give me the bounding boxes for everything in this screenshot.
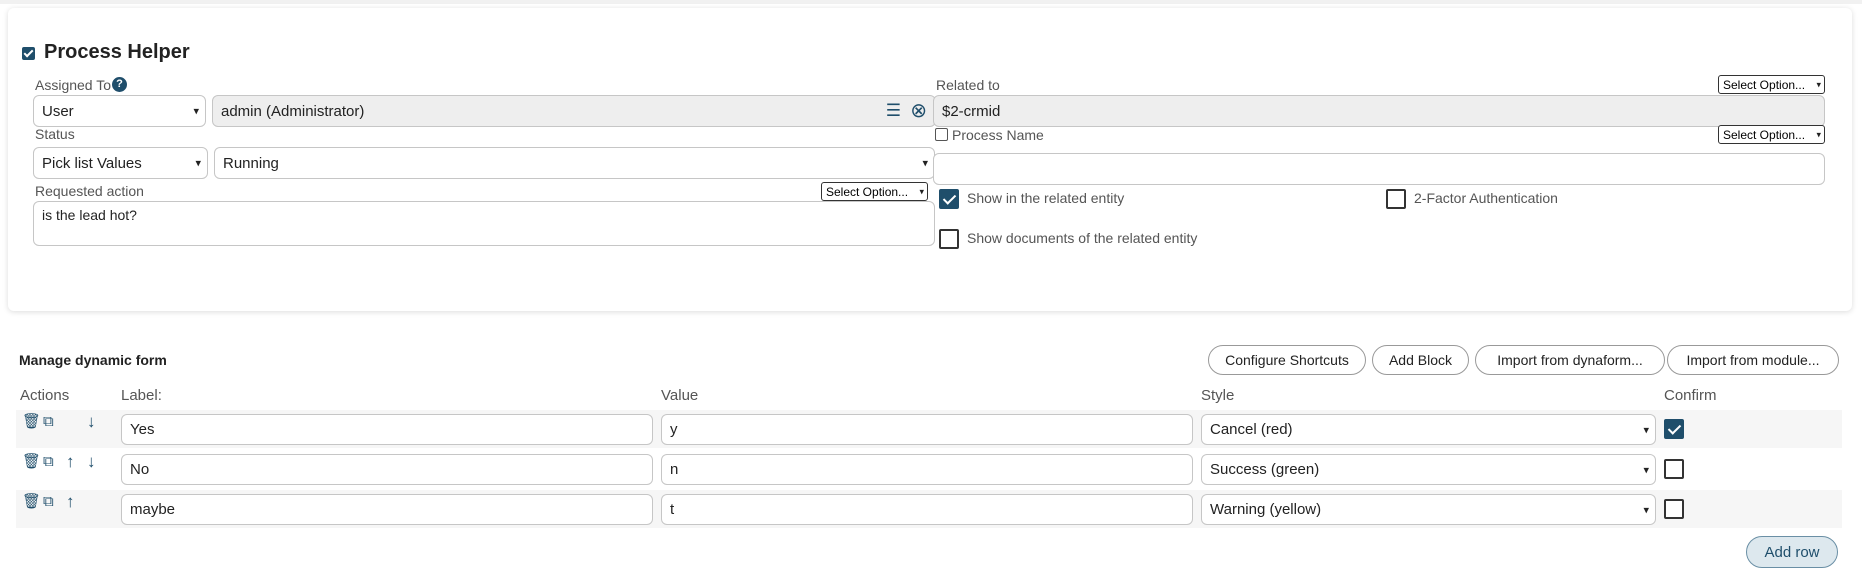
move-up-icon[interactable]: ↑ bbox=[66, 453, 75, 470]
assigned-user-field[interactable]: admin (Administrator) ☰ ⊗ bbox=[212, 95, 936, 127]
col-confirm: Confirm bbox=[1664, 387, 1717, 404]
status-label: Status bbox=[35, 126, 75, 142]
row-style-value: Success (green) bbox=[1210, 461, 1320, 478]
related-to-field[interactable]: $2-crmid bbox=[933, 95, 1825, 127]
move-up-icon[interactable]: ↑ bbox=[66, 493, 75, 510]
col-label: Label: bbox=[121, 387, 162, 404]
row-label-value: Yes bbox=[130, 421, 155, 438]
assigned-user-value: admin (Administrator) bbox=[221, 102, 365, 120]
related-to-label: Related to bbox=[936, 77, 1000, 93]
requested-action-value: is the lead hot? bbox=[42, 207, 137, 223]
process-name-label: Process Name bbox=[952, 127, 1044, 143]
row-value-input[interactable]: n bbox=[661, 454, 1193, 485]
dynamic-form-title: Manage dynamic form bbox=[19, 352, 167, 368]
row-confirm-checkbox[interactable] bbox=[1664, 459, 1684, 479]
related-to-value: $2-crmid bbox=[942, 102, 1001, 120]
assigned-type-value: User bbox=[42, 102, 74, 120]
process-helper-title: Process Helper bbox=[44, 41, 190, 63]
row-value-input[interactable]: t bbox=[661, 494, 1193, 525]
status-value: Running bbox=[223, 154, 279, 172]
list-icon[interactable]: ☰ bbox=[886, 102, 901, 119]
col-actions: Actions bbox=[20, 387, 70, 404]
show-documents-checkbox[interactable] bbox=[939, 229, 959, 249]
process-name-input[interactable] bbox=[933, 153, 1825, 185]
copy-icon[interactable]: ⧉ bbox=[43, 414, 54, 429]
row-confirm-checkbox[interactable] bbox=[1664, 419, 1684, 439]
status-source-value: Pick list Values bbox=[42, 154, 142, 172]
process-helper-checkbox[interactable] bbox=[22, 47, 35, 60]
row-confirm-checkbox[interactable] bbox=[1664, 499, 1684, 519]
import-dynaform-button[interactable]: Import from dynaform... bbox=[1475, 345, 1665, 375]
chevron-down-icon: ▾ bbox=[193, 105, 199, 118]
delete-icon[interactable]: 🗑 bbox=[22, 454, 41, 469]
status-select[interactable]: Running ▾ bbox=[214, 147, 935, 179]
row-label-input[interactable]: Yes bbox=[121, 414, 653, 445]
help-icon[interactable]: ? bbox=[112, 77, 127, 92]
requested-action-select-option-label: Select Option... bbox=[826, 184, 909, 199]
chevron-down-icon: ▾ bbox=[1643, 424, 1649, 436]
chevron-down-icon: ▾ bbox=[1816, 79, 1821, 89]
move-down-icon[interactable]: ↓ bbox=[87, 453, 96, 470]
two-factor-label: 2-Factor Authentication bbox=[1414, 190, 1558, 206]
chevron-down-icon: ▾ bbox=[195, 157, 201, 170]
show-related-checkbox[interactable] bbox=[939, 189, 959, 209]
process-helper-card: Process Helper Assigned To ? User ▾ admi… bbox=[8, 8, 1852, 311]
chevron-down-icon: ▾ bbox=[1643, 504, 1649, 516]
status-source-select[interactable]: Pick list Values ▾ bbox=[33, 147, 208, 179]
row-value-input[interactable]: y bbox=[661, 414, 1193, 445]
copy-icon[interactable]: ⧉ bbox=[43, 494, 54, 509]
related-select-option[interactable]: Select Option... ▾ bbox=[1718, 75, 1825, 94]
show-documents-label: Show documents of the related entity bbox=[967, 230, 1198, 246]
col-value: Value bbox=[661, 387, 699, 404]
row-value-value: t bbox=[670, 501, 675, 518]
assigned-type-select[interactable]: User ▾ bbox=[33, 95, 206, 127]
requested-action-label: Requested action bbox=[35, 183, 144, 199]
row-label-value: maybe bbox=[130, 501, 176, 518]
add-row-button[interactable]: Add row bbox=[1746, 536, 1838, 568]
row-value-value: n bbox=[670, 461, 679, 478]
row-style-value: Warning (yellow) bbox=[1210, 501, 1322, 518]
move-down-icon[interactable]: ↓ bbox=[87, 413, 96, 430]
top-strip bbox=[0, 0, 1862, 4]
two-factor-checkbox[interactable] bbox=[1386, 189, 1406, 209]
row-style-select[interactable]: Warning (yellow) ▾ bbox=[1201, 494, 1656, 525]
chevron-down-icon: ▾ bbox=[922, 157, 928, 170]
show-related-label: Show in the related entity bbox=[967, 190, 1125, 206]
configure-shortcuts-button[interactable]: Configure Shortcuts bbox=[1208, 345, 1366, 375]
row-label-input[interactable]: No bbox=[121, 454, 653, 485]
row-style-select[interactable]: Success (green) ▾ bbox=[1201, 454, 1656, 485]
row-label-input[interactable]: maybe bbox=[121, 494, 653, 525]
requested-action-select-option[interactable]: Select Option... ▾ bbox=[821, 182, 928, 201]
row-style-select[interactable]: Cancel (red) ▾ bbox=[1201, 414, 1656, 445]
delete-icon[interactable]: 🗑 bbox=[22, 414, 41, 429]
delete-icon[interactable]: 🗑 bbox=[22, 494, 41, 509]
chevron-down-icon: ▾ bbox=[1643, 464, 1649, 476]
chevron-down-icon: ▾ bbox=[1816, 129, 1821, 139]
row-label-value: No bbox=[130, 461, 150, 478]
row-value-value: y bbox=[670, 421, 678, 438]
chevron-down-icon: ▾ bbox=[919, 186, 924, 196]
import-module-button[interactable]: Import from module... bbox=[1667, 345, 1839, 375]
related-select-option-label: Select Option... bbox=[1723, 77, 1806, 92]
col-style: Style bbox=[1201, 387, 1235, 404]
assigned-to-label: Assigned To bbox=[35, 77, 112, 93]
row-style-value: Cancel (red) bbox=[1210, 421, 1293, 438]
process-name-checkbox[interactable] bbox=[935, 128, 948, 141]
copy-icon[interactable]: ⧉ bbox=[43, 454, 54, 469]
process-name-select-option-label: Select Option... bbox=[1723, 127, 1806, 142]
process-name-select-option[interactable]: Select Option... ▾ bbox=[1718, 125, 1825, 144]
requested-action-textarea[interactable]: is the lead hot? bbox=[33, 201, 935, 246]
clear-icon[interactable]: ⊗ bbox=[910, 101, 927, 121]
add-block-button[interactable]: Add Block bbox=[1372, 345, 1469, 375]
